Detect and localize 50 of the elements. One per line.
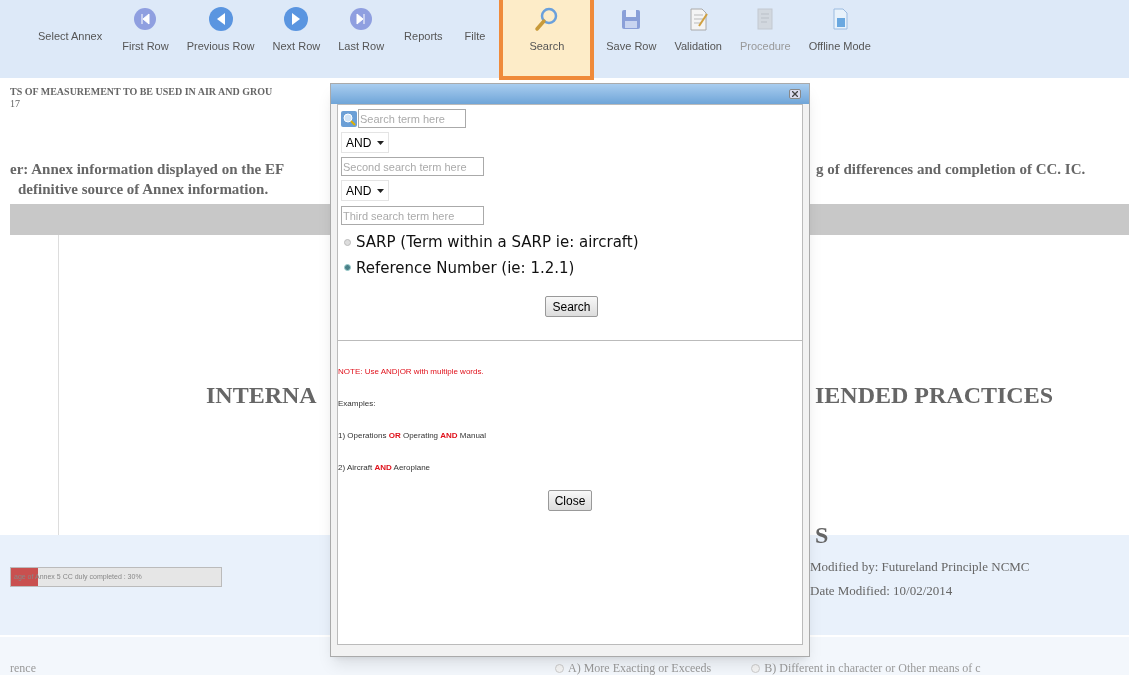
- radio-button[interactable]: [344, 264, 351, 272]
- option-label: B) Different in character or Other means of c: [764, 660, 981, 675]
- disclaimer-text: g of differences and completion of CC. IC.: [816, 160, 1086, 178]
- close-icon[interactable]: [789, 89, 801, 99]
- toolbar-button[interactable]: Validation: [668, 0, 728, 55]
- next-icon: [283, 6, 310, 32]
- disclaimer-text: definitive source of Annex information.: [17, 180, 269, 198]
- toolbar-label[interactable]: Select Annex: [30, 28, 111, 45]
- toolbar-button[interactable]: Last Row: [332, 0, 391, 55]
- heading-text: S: [815, 521, 829, 550]
- search-field[interactable]: Search term here: [358, 109, 466, 128]
- radio-label: Reference Number (ie: 1.2.1): [356, 257, 575, 279]
- heading-text: INTERNA: [206, 381, 317, 410]
- modified-by-text: Modified by: Futureland Principle NCMC: [810, 558, 1030, 576]
- first-row-icon: [132, 6, 159, 32]
- note-text: NOTE: Use AND|OR with multiple words.: [338, 366, 484, 378]
- operator-dropdown[interactable]: AND: [341, 132, 390, 153]
- radio-button[interactable]: [751, 663, 761, 673]
- search-icon: [341, 110, 357, 127]
- toolbar-label[interactable]: Reports: [396, 28, 451, 45]
- toolbar-button[interactable]: Search: [499, 0, 595, 80]
- radio-label: SARP (Term within a SARP ie: aircraft): [356, 232, 639, 253]
- option-label: A) More Exacting or Exceeds: [568, 660, 712, 675]
- disclaimer-text: er: Annex information displayed on the EF: [9, 160, 286, 178]
- toolbar-button[interactable]: Next Row: [266, 0, 327, 55]
- examples-label: Examples:: [338, 398, 376, 410]
- heading-text: IENDED PRACTICES: [815, 381, 1054, 410]
- example-text: 2) Aircraft AND Aeroplane: [338, 462, 432, 474]
- search-button[interactable]: Search: [545, 296, 598, 317]
- page-number: 17: [9, 97, 21, 111]
- toolbar-button[interactable]: Previous Row: [180, 0, 261, 55]
- radio-button[interactable]: [555, 663, 564, 673]
- operator-dropdown[interactable]: AND: [341, 180, 390, 201]
- search-field[interactable]: Second search term here: [341, 157, 484, 176]
- example-text: 1) Operations OR Operating AND Manual: [338, 430, 487, 442]
- document-title: TS OF MEASUREMENT TO BE USED IN AIR AND GROU: [9, 85, 273, 96]
- close-button[interactable]: Close: [547, 490, 593, 511]
- caret-icon: [377, 140, 385, 145]
- last-row-icon: [348, 6, 375, 32]
- toolbar-button[interactable]: First Row: [116, 0, 175, 55]
- search-icon: [533, 6, 560, 32]
- radio-button[interactable]: [344, 238, 351, 246]
- toolbar-button[interactable]: Save Row: [600, 0, 663, 55]
- caret-icon: [377, 188, 385, 193]
- toolbar-label[interactable]: Filte: [456, 28, 494, 45]
- date-modified-text: Date Modified: 10/02/2014: [810, 581, 954, 600]
- toolbar-button[interactable]: Offline Mode: [802, 0, 877, 55]
- search-field[interactable]: Third search term here: [341, 206, 484, 225]
- previous-icon: [207, 6, 234, 32]
- field-label: rence: [9, 660, 37, 675]
